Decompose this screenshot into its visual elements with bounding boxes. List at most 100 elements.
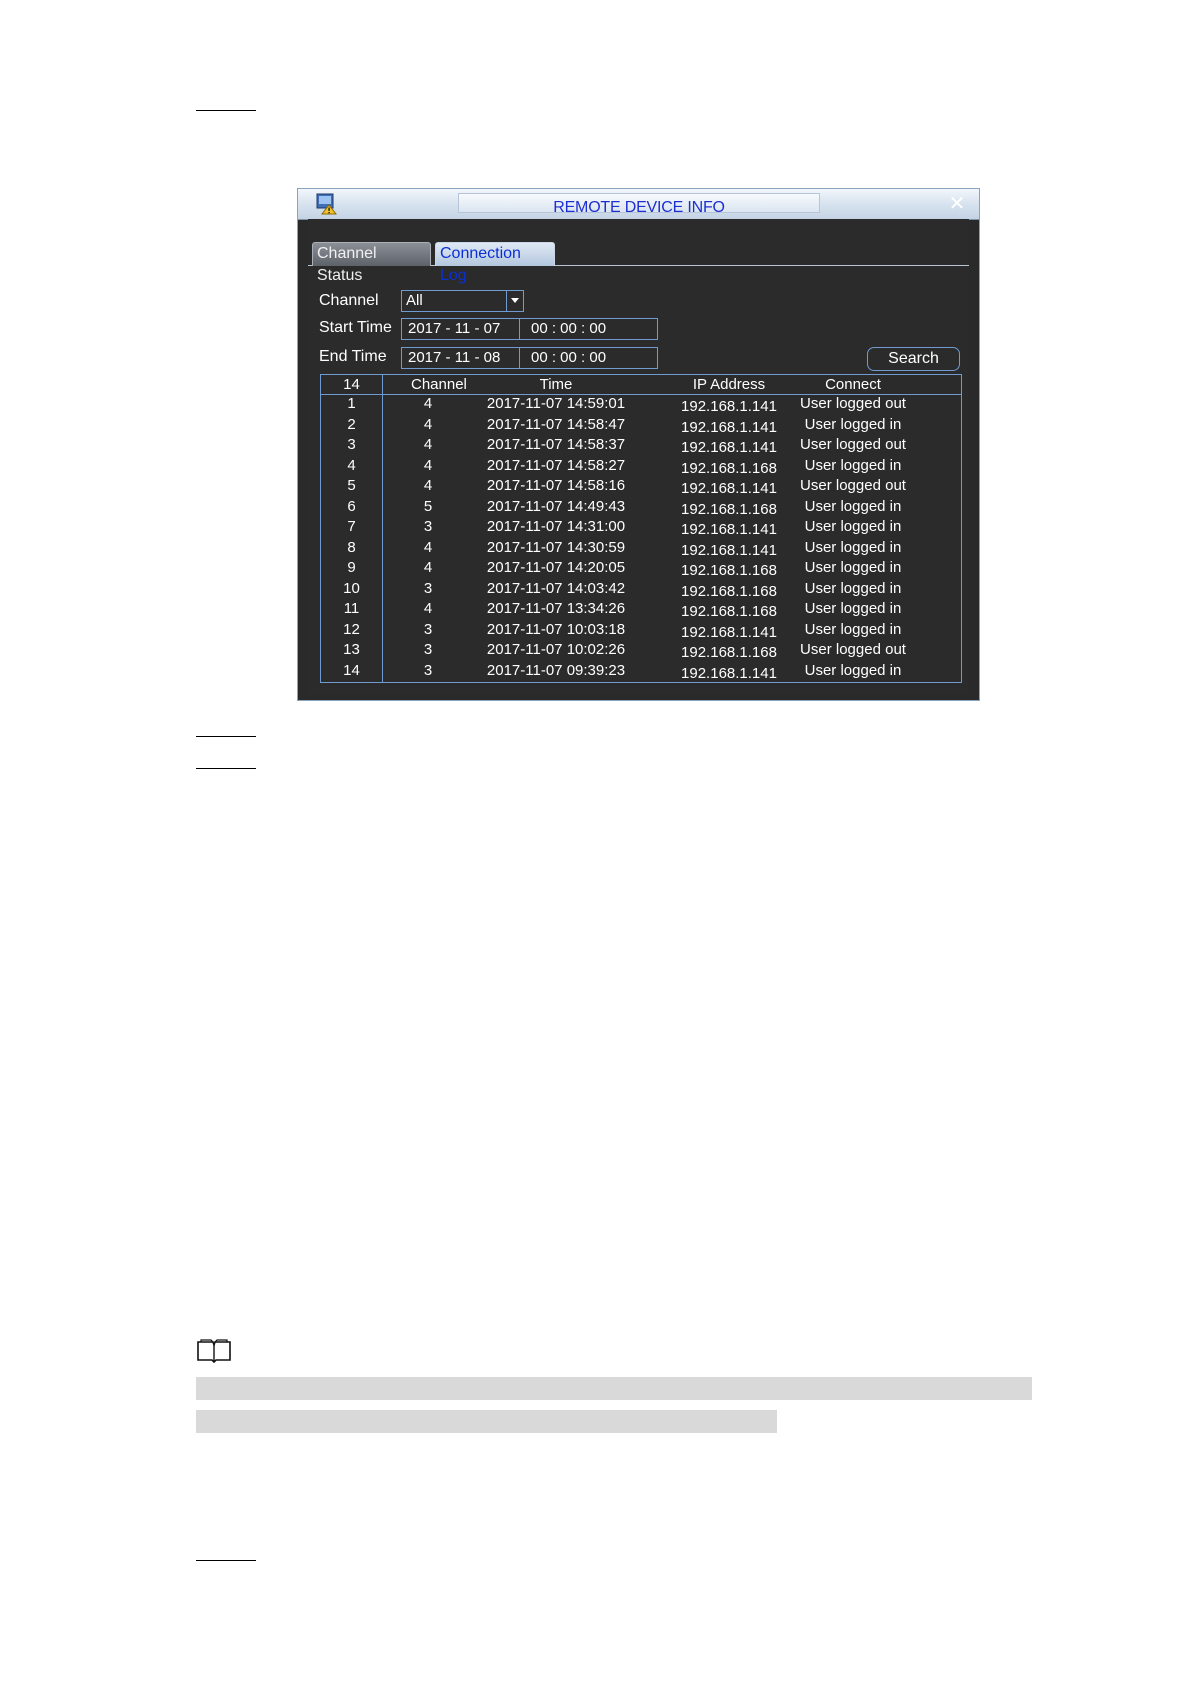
header-connect: Connect (825, 376, 881, 393)
table-row[interactable]: 2 4 2017-11-07 14:58:47 192.168.1.141 User l… (321, 416, 961, 437)
row-index: 12 (343, 620, 360, 638)
row-connect: User logged in (804, 456, 902, 474)
channel-label: Channel (319, 292, 379, 309)
row-channel: 4 (423, 456, 433, 474)
app-icon (316, 193, 338, 215)
table-row[interactable]: 11 4 2017-11-07 13:34:26 192.168.1.168 User … (321, 600, 961, 621)
header-ip-address: IP Address (692, 376, 766, 393)
table-row[interactable]: 8 4 2017-11-07 14:30:59 192.168.1.141 User l… (321, 539, 961, 560)
row-channel: 3 (423, 620, 433, 638)
row-channel: 4 (423, 477, 433, 494)
step-marker (196, 736, 256, 737)
row-channel: 3 (423, 661, 433, 679)
row-ip-address: 192.168.1.168 (681, 500, 777, 518)
row-connect: User logged in (804, 538, 902, 556)
row-time: 2017-11-07 14:59:01 (486, 395, 626, 412)
channel-select[interactable]: All (401, 290, 524, 312)
channel-select-value: All (406, 292, 423, 309)
row-connect: User logged out (800, 436, 906, 453)
row-index: 1 (347, 395, 356, 412)
row-channel: 3 (423, 641, 433, 658)
row-ip-address: 192.168.1.141 (681, 541, 777, 559)
row-index: 10 (343, 579, 360, 597)
table-row[interactable]: 5 4 2017-11-07 14:58:16 192.168.1.141 User l… (321, 477, 961, 498)
row-ip-address: 192.168.1.141 (681, 439, 777, 456)
table-row[interactable]: 10 3 2017-11-07 14:03:42 192.168.1.168 User … (321, 580, 961, 601)
remote-device-info-dialog: REMOTE DEVICE INFO ✕ Channel Status Conn… (297, 188, 980, 701)
start-time-value[interactable]: 00 : 00 : 00 (531, 319, 606, 339)
close-icon[interactable]: ✕ (947, 194, 967, 214)
row-time: 2017-11-07 14:03:42 (486, 579, 626, 597)
row-channel: 5 (423, 497, 433, 515)
row-connect: User logged in (804, 579, 902, 597)
search-button[interactable]: Search (867, 347, 960, 371)
dropdown-arrow-icon[interactable] (506, 291, 523, 311)
row-channel: 4 (423, 600, 433, 617)
table-row[interactable]: 6 5 2017-11-07 14:49:43 192.168.1.168 User l… (321, 498, 961, 519)
start-time-label: Start Time (319, 319, 392, 336)
step-marker (196, 1560, 256, 1561)
note-book-icon (197, 1339, 231, 1364)
table-row[interactable]: 14 3 2017-11-07 09:39:23 192.168.1.141 User … (321, 662, 961, 683)
row-ip-address: 192.168.1.168 (681, 582, 777, 600)
row-time: 2017-11-07 09:39:23 (486, 661, 626, 679)
row-ip-address: 192.168.1.141 (681, 623, 777, 641)
start-date-value[interactable]: 2017 - 11 - 07 (408, 319, 500, 339)
row-ip-address: 192.168.1.141 (681, 664, 777, 682)
table-row[interactable]: 7 3 2017-11-07 14:31:00 192.168.1.141 User l… (321, 518, 961, 539)
row-channel: 4 (423, 538, 433, 556)
end-time-field[interactable]: 2017 - 11 - 08 00 : 00 : 00 (401, 347, 658, 369)
row-channel: 4 (423, 559, 433, 576)
table-row[interactable]: 9 4 2017-11-07 14:20:05 192.168.1.168 User l… (321, 559, 961, 580)
row-index: 3 (347, 436, 356, 453)
row-time: 2017-11-07 14:58:37 (486, 436, 626, 453)
row-ip-address: 192.168.1.168 (681, 603, 777, 620)
dialog-body: Channel Status Connection Log Channel Al… (308, 219, 969, 694)
title-bar[interactable]: REMOTE DEVICE INFO ✕ (298, 189, 979, 220)
table-row[interactable]: 3 4 2017-11-07 14:58:37 192.168.1.141 User l… (321, 436, 961, 457)
row-index: 4 (347, 456, 356, 474)
row-index: 8 (347, 538, 356, 556)
row-time: 2017-11-07 14:58:16 (486, 477, 626, 494)
row-channel: 4 (423, 395, 433, 412)
row-index: 9 (347, 559, 356, 576)
row-channel: 3 (423, 518, 433, 535)
row-time: 2017-11-07 14:58:47 (486, 415, 626, 433)
end-time-value[interactable]: 00 : 00 : 00 (531, 348, 606, 368)
row-index: 5 (347, 477, 356, 494)
row-time: 2017-11-07 14:20:05 (486, 559, 626, 576)
end-date-value[interactable]: 2017 - 11 - 08 (408, 348, 500, 368)
table-row[interactable]: 4 4 2017-11-07 14:58:27 192.168.1.168 User l… (321, 457, 961, 478)
row-time: 2017-11-07 14:49:43 (486, 497, 626, 515)
note-highlight-line (196, 1377, 1032, 1400)
row-time: 2017-11-07 14:30:59 (486, 538, 626, 556)
row-index: 7 (347, 518, 356, 535)
tab-connection-log[interactable]: Connection Log (435, 242, 555, 284)
tab-channel-status[interactable]: Channel Status (312, 242, 431, 284)
table-row[interactable]: 13 3 2017-11-07 10:02:26 192.168.1.168 User … (321, 641, 961, 662)
row-ip-address: 192.168.1.168 (681, 459, 777, 477)
title-panel: REMOTE DEVICE INFO (458, 193, 820, 216)
dialog-title: REMOTE DEVICE INFO (553, 199, 725, 216)
row-time: 2017-11-07 10:02:26 (486, 641, 626, 658)
connection-log-table: 14 Channel Time IP Address Connect 1 4 201… (320, 374, 962, 683)
row-ip-address: 192.168.1.168 (681, 644, 777, 661)
row-connect: User logged out (800, 395, 906, 412)
row-channel: 4 (423, 436, 433, 453)
row-ip-address: 192.168.1.141 (681, 480, 777, 497)
table-header: 14 Channel Time IP Address Connect (321, 375, 961, 395)
end-time-label: End Time (319, 348, 387, 365)
tab-strip: Channel Status Connection Log (308, 219, 969, 284)
row-time: 2017-11-07 14:58:27 (486, 456, 626, 474)
table-row[interactable]: 12 3 2017-11-07 10:03:18 192.168.1.141 User … (321, 621, 961, 642)
header-count: 14 (343, 376, 360, 393)
row-connect: User logged in (804, 518, 902, 535)
row-index: 2 (347, 415, 356, 433)
row-connect: User logged in (804, 497, 902, 515)
row-connect: User logged in (804, 415, 902, 433)
start-time-field[interactable]: 2017 - 11 - 07 00 : 00 : 00 (401, 318, 658, 340)
row-time: 2017-11-07 14:31:00 (486, 518, 626, 535)
step-marker (196, 768, 256, 769)
table-row[interactable]: 1 4 2017-11-07 14:59:01 192.168.1.141 User l… (321, 395, 961, 416)
row-connect: User logged out (800, 641, 906, 658)
